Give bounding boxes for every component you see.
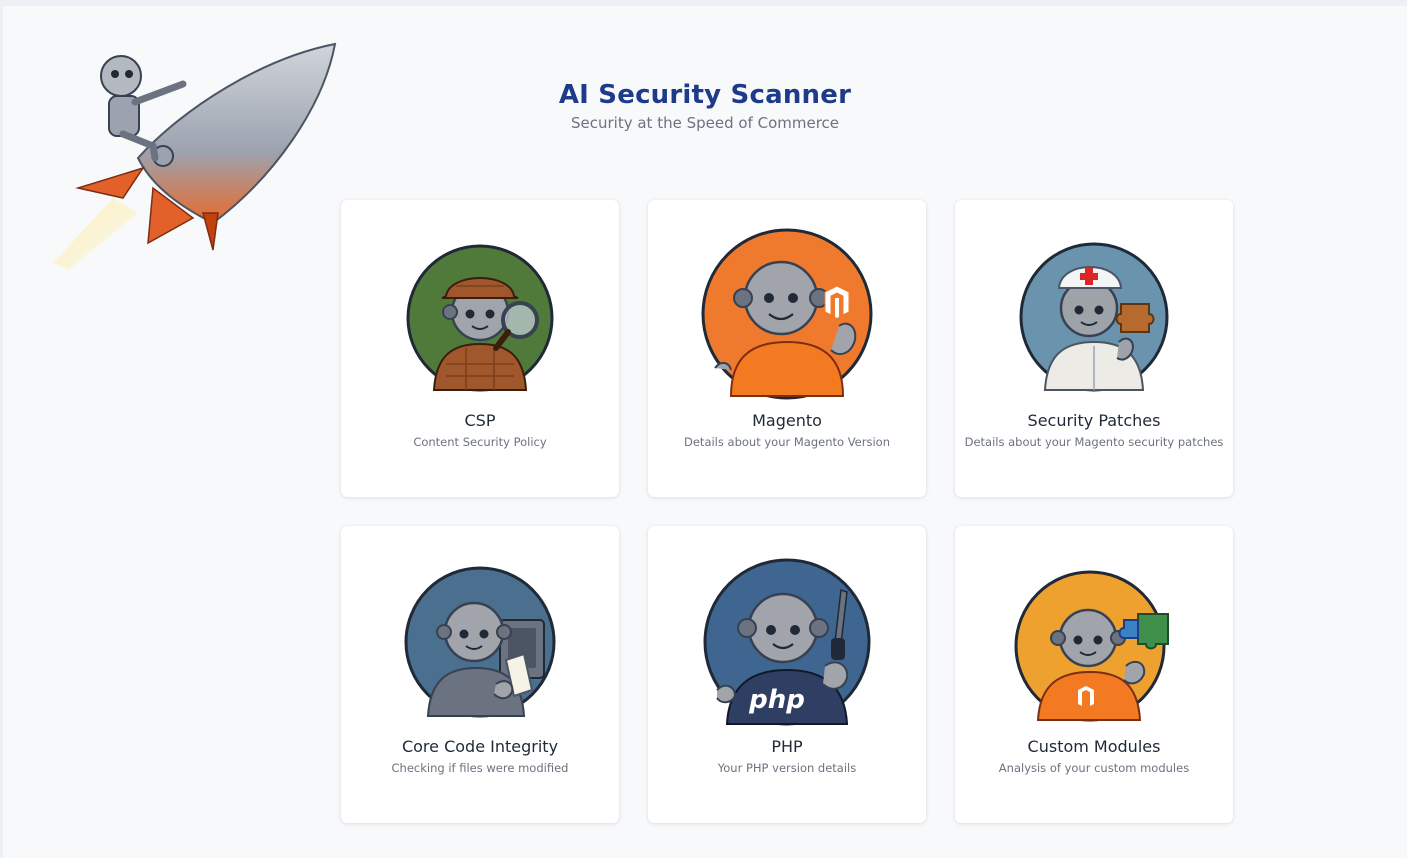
- php-robot-icon: php: [703, 558, 871, 726]
- safe-robot-icon: [404, 566, 556, 718]
- card-title: Security Patches: [1027, 411, 1161, 430]
- card-description: Your PHP version details: [717, 761, 857, 775]
- card-csp[interactable]: CSP Content Security Policy: [341, 200, 619, 497]
- card-description: Checking if files were modified: [391, 761, 569, 775]
- php-shirt-label: php: [748, 685, 805, 715]
- card-title: Magento: [752, 411, 822, 430]
- card-title: Core Code Integrity: [401, 737, 559, 756]
- card-description: Content Security Policy: [413, 435, 547, 449]
- magento-robot-icon: [701, 228, 873, 400]
- card-magento[interactable]: Magento Details about your Magento Versi…: [648, 200, 926, 497]
- page-subtitle: Security at the Speed of Commerce: [570, 114, 840, 132]
- puzzle-robot-icon: [1014, 570, 1169, 722]
- scanner-card-grid: CSP Content Security Policy Magento Deta…: [341, 200, 1235, 825]
- nurse-robot-icon: [1019, 242, 1169, 392]
- card-core-code-integrity[interactable]: Core Code Integrity Checking if files we…: [341, 526, 619, 823]
- page-title: AI Security Scanner: [558, 80, 852, 110]
- page: AI Security Scanner Security at the Spee…: [3, 6, 1407, 858]
- card-title: Custom Modules: [1027, 737, 1161, 756]
- card-custom-modules[interactable]: Custom Modules Analysis of your custom m…: [955, 526, 1233, 823]
- rocket-robot-icon: [53, 42, 337, 270]
- detective-robot-icon: [406, 244, 554, 392]
- card-description: Analysis of your custom modules: [998, 761, 1190, 775]
- page-header: AI Security Scanner Security at the Spee…: [3, 80, 1407, 132]
- card-description: Details about your Magento security patc…: [964, 435, 1224, 449]
- card-security-patches[interactable]: Security Patches Details about your Mage…: [955, 200, 1233, 497]
- card-title: CSP: [464, 411, 496, 430]
- card-php[interactable]: php PHP Your PHP version details: [648, 526, 926, 823]
- card-title: PHP: [771, 737, 803, 756]
- card-description: Details about your Magento Version: [684, 435, 890, 449]
